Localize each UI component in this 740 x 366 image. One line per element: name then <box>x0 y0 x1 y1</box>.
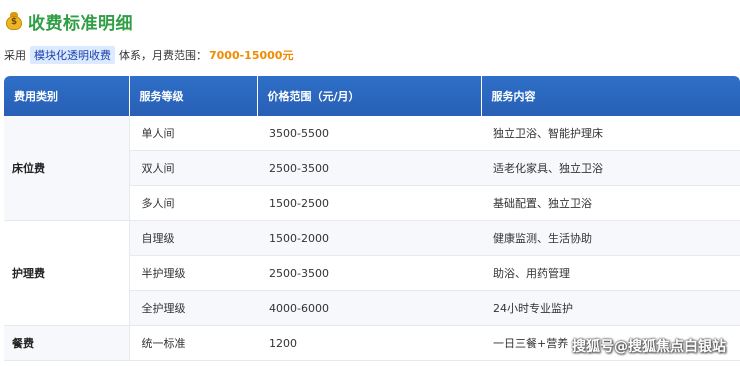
content-cell: 基础配置、独立卫浴 <box>481 185 740 221</box>
header-content: 服务内容 <box>481 76 740 116</box>
content-cell: 适老化家具、独立卫浴 <box>481 150 740 186</box>
header-price: 价格范围（元/月） <box>257 76 482 116</box>
fee-summary: 采用 模块化透明收费 体系，月费范围： 7000-15000元 <box>4 46 293 64</box>
fee-table: 费用类别 服务等级 价格范围（元/月） 服务内容 床位费 单人间 3500-55… <box>4 76 740 366</box>
category-cell: 护理费 <box>4 220 130 326</box>
content-cell: 独立卫浴、智能护理床 <box>481 116 740 151</box>
category-cell: 床位费 <box>4 116 130 221</box>
header-level: 服务等级 <box>129 76 258 116</box>
title-text: 收费标准明细 <box>28 13 133 34</box>
level-cell: 单人间 <box>129 116 257 151</box>
table-row: 床位费 单人间 3500-5500 独立卫浴、智能护理床 <box>4 116 740 221</box>
summary-prefix: 采用 <box>4 49 26 62</box>
level-cell: 半护理级 <box>129 255 257 291</box>
content-cell: 24小时专业监护 <box>481 290 740 326</box>
price-cell: 1500-2500 <box>257 185 481 221</box>
content-cell: 助浴、用药管理 <box>481 255 740 291</box>
table-header-row: 费用类别 服务等级 价格范围（元/月） 服务内容 <box>4 76 740 116</box>
watermark: 搜狐号@搜狐焦点白银站 <box>572 339 726 355</box>
money-bag-icon: $ <box>6 12 22 30</box>
summary-middle: 体系，月费范围： <box>119 49 207 62</box>
level-cell: 双人间 <box>129 150 257 186</box>
level-cell: 全护理级 <box>129 290 257 326</box>
price-cell: 1500-2000 <box>257 220 481 256</box>
fee-range: 7000-15000元 <box>209 49 294 62</box>
page-title: $ 收费标准明细 <box>6 10 133 34</box>
content-cell: 健康监测、生活协助 <box>481 220 740 256</box>
table-row: 护理费 自理级 1500-2000 健康监测、生活协助 <box>4 220 740 326</box>
summary-highlight: 模块化透明收费 <box>30 46 115 64</box>
price-cell: 2500-3500 <box>257 255 481 291</box>
price-cell: 1200 <box>257 325 481 361</box>
level-cell: 多人间 <box>129 185 257 221</box>
price-cell: 2500-3500 <box>257 150 481 186</box>
level-cell: 自理级 <box>129 220 257 256</box>
header-category: 费用类别 <box>4 76 130 116</box>
price-cell: 4000-6000 <box>257 290 481 326</box>
price-cell: 3500-5500 <box>257 116 481 151</box>
level-cell: 统一标准 <box>129 325 257 361</box>
category-cell: 餐费 <box>4 325 130 361</box>
